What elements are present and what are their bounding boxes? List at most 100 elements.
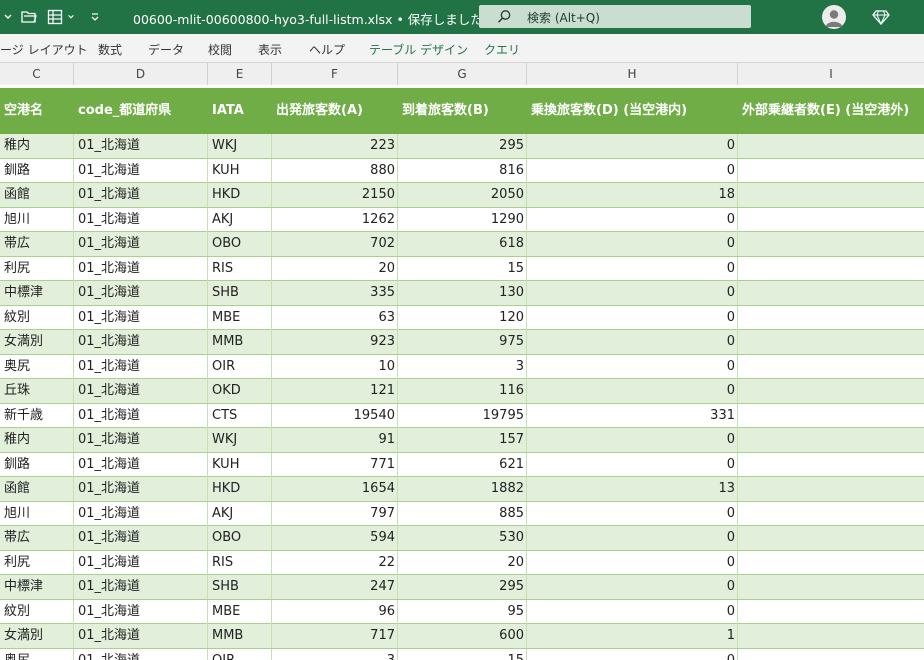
tab-query[interactable]: クエリ [484, 41, 520, 58]
cell-external-transfers[interactable] [738, 330, 924, 354]
cell-transfers[interactable]: 0 [527, 232, 738, 256]
tab-table-design[interactable]: テーブル デザイン [369, 41, 468, 58]
header-airport[interactable]: 空港名 [4, 88, 72, 134]
cell-iata[interactable]: AKJ [208, 501, 272, 526]
cell-transfers[interactable]: 0 [527, 305, 738, 330]
cell-arrivals[interactable]: 885 [398, 501, 527, 526]
cell-pref[interactable]: 01_北海道 [74, 599, 208, 624]
cell-iata[interactable]: OBO [208, 232, 272, 256]
cell-airport[interactable]: 旭川 [0, 207, 74, 232]
cell-pref[interactable]: 01_北海道 [74, 183, 208, 207]
cell-iata[interactable]: CTS [208, 403, 272, 428]
cell-pref[interactable]: 01_北海道 [74, 256, 208, 281]
column-header-h[interactable]: H [527, 63, 738, 85]
cell-departures[interactable]: 335 [272, 281, 398, 305]
cell-external-transfers[interactable] [738, 404, 924, 428]
cell-arrivals[interactable]: 816 [398, 158, 527, 183]
header-arrivals[interactable]: 到着旅客数(B) [402, 88, 525, 134]
cell-transfers[interactable]: 0 [527, 256, 738, 281]
cell-transfers[interactable]: 0 [527, 648, 738, 660]
tab-help[interactable]: ヘルプ [309, 41, 345, 58]
cell-pref[interactable]: 01_北海道 [74, 403, 208, 428]
cell-arrivals[interactable]: 3 [398, 354, 527, 379]
cell-airport[interactable]: 中標津 [0, 575, 74, 599]
cell-iata[interactable]: MMB [208, 624, 272, 648]
column-header-f[interactable]: F [272, 63, 398, 85]
cell-external-transfers[interactable] [738, 600, 924, 624]
cell-airport[interactable]: 旭川 [0, 501, 74, 526]
cell-iata[interactable]: RIS [208, 550, 272, 575]
cell-pref[interactable]: 01_北海道 [74, 477, 208, 501]
cell-arrivals[interactable]: 2050 [398, 183, 527, 207]
cell-transfers[interactable]: 0 [527, 452, 738, 477]
cell-arrivals[interactable]: 618 [398, 232, 527, 256]
cell-external-transfers[interactable] [738, 306, 924, 330]
cell-departures[interactable]: 19540 [272, 403, 398, 428]
cell-arrivals[interactable]: 600 [398, 624, 527, 648]
cell-departures[interactable]: 121 [272, 379, 398, 403]
cell-airport[interactable]: 釧路 [0, 158, 74, 183]
cell-airport[interactable]: 丘珠 [0, 379, 74, 403]
tab-view[interactable]: 表示 [258, 41, 282, 58]
cell-transfers[interactable]: 0 [527, 354, 738, 379]
cell-pref[interactable]: 01_北海道 [74, 428, 208, 452]
cell-iata[interactable]: MMB [208, 330, 272, 354]
cell-pref[interactable]: 01_北海道 [74, 330, 208, 354]
cell-airport[interactable]: 新千歳 [0, 403, 74, 428]
cell-iata[interactable]: HKD [208, 183, 272, 207]
cell-pref[interactable]: 01_北海道 [74, 648, 208, 660]
cell-departures[interactable]: 1654 [272, 477, 398, 501]
chevron-down-icon[interactable] [66, 8, 76, 26]
cell-arrivals[interactable]: 130 [398, 281, 527, 305]
cell-iata[interactable]: SHB [208, 281, 272, 305]
cell-departures[interactable]: 1262 [272, 207, 398, 232]
cell-pref[interactable]: 01_北海道 [74, 158, 208, 183]
cell-airport[interactable]: 奥尻 [0, 354, 74, 379]
cell-departures[interactable]: 594 [272, 526, 398, 550]
cell-arrivals[interactable]: 120 [398, 305, 527, 330]
column-header-g[interactable]: G [398, 63, 527, 85]
cell-transfers[interactable]: 0 [527, 550, 738, 575]
header-pref-code[interactable]: code_都道府県 [78, 88, 206, 134]
cell-arrivals[interactable]: 1882 [398, 477, 527, 501]
cell-arrivals[interactable]: 95 [398, 599, 527, 624]
cell-pref[interactable]: 01_北海道 [74, 452, 208, 477]
cell-iata[interactable]: AKJ [208, 207, 272, 232]
cell-departures[interactable]: 247 [272, 575, 398, 599]
cell-transfers[interactable]: 0 [527, 379, 738, 403]
cell-external-transfers[interactable] [738, 355, 924, 379]
cell-external-transfers[interactable] [738, 183, 924, 207]
cell-arrivals[interactable]: 295 [398, 134, 527, 158]
diamond-icon[interactable] [871, 8, 891, 26]
cell-airport[interactable]: 帯広 [0, 526, 74, 550]
cell-arrivals[interactable]: 116 [398, 379, 527, 403]
cell-iata[interactable]: OBO [208, 526, 272, 550]
cell-departures[interactable]: 63 [272, 305, 398, 330]
cell-external-transfers[interactable] [738, 526, 924, 550]
cell-external-transfers[interactable] [738, 428, 924, 452]
cell-transfers[interactable]: 0 [527, 158, 738, 183]
cell-external-transfers[interactable] [738, 159, 924, 183]
cell-airport[interactable]: 中標津 [0, 281, 74, 305]
cell-pref[interactable]: 01_北海道 [74, 550, 208, 575]
cell-airport[interactable]: 女満別 [0, 330, 74, 354]
cell-pref[interactable]: 01_北海道 [74, 281, 208, 305]
cell-departures[interactable]: 20 [272, 256, 398, 281]
cell-iata[interactable]: KUH [208, 158, 272, 183]
cell-departures[interactable]: 923 [272, 330, 398, 354]
cell-transfers[interactable]: 0 [527, 207, 738, 232]
column-header-e[interactable]: E [208, 63, 272, 85]
cell-external-transfers[interactable] [738, 257, 924, 281]
cell-pref[interactable]: 01_北海道 [74, 354, 208, 379]
cell-airport[interactable]: 奥尻 [0, 648, 74, 660]
cell-pref[interactable]: 01_北海道 [74, 379, 208, 403]
cell-departures[interactable]: 22 [272, 550, 398, 575]
cell-departures[interactable]: 3 [272, 648, 398, 660]
column-header-d[interactable]: D [74, 63, 208, 85]
cell-airport[interactable]: 函館 [0, 477, 74, 501]
document-title[interactable]: 00600-mlit-00600800-hyo3-full-listm.xlsx… [133, 9, 497, 28]
cell-departures[interactable]: 96 [272, 599, 398, 624]
cell-pref[interactable]: 01_北海道 [74, 134, 208, 158]
cell-airport[interactable]: 女満別 [0, 624, 74, 648]
cell-airport[interactable]: 釧路 [0, 452, 74, 477]
